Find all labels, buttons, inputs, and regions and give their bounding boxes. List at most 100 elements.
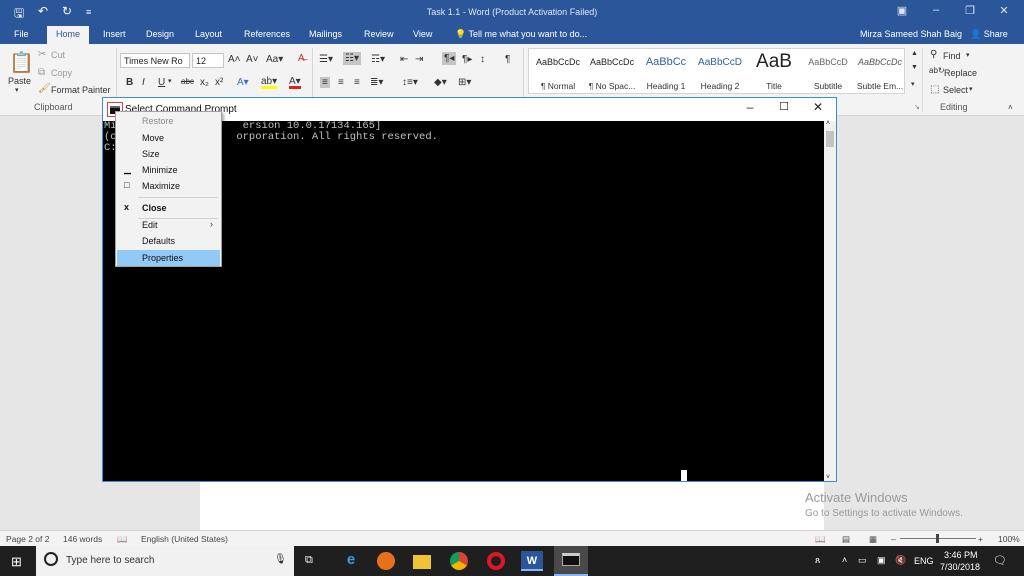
people-icon[interactable]: ጸ: [815, 555, 820, 566]
styles-more-icon[interactable]: ▾: [911, 80, 915, 88]
scrollbar-thumb[interactable]: [826, 131, 834, 147]
tab-review[interactable]: Review: [364, 29, 394, 39]
word-count[interactable]: 146 words: [63, 534, 102, 544]
styles-dialog-launcher-icon[interactable]: ↘: [914, 103, 920, 111]
collapse-ribbon-icon[interactable]: ˄: [1008, 103, 1013, 112]
word-taskbar-icon[interactable]: W: [521, 551, 543, 571]
scroll-down-icon[interactable]: ˅: [826, 474, 830, 481]
styles-scroll-down-icon[interactable]: ▼: [911, 64, 918, 71]
format-painter-icon[interactable]: 🖌: [38, 83, 51, 94]
style-title[interactable]: AaB Title: [747, 49, 801, 95]
cmd-maximize-button[interactable]: ☐: [767, 100, 801, 119]
task-view-icon[interactable]: ⧉: [305, 554, 313, 567]
grow-font-icon[interactable]: A˄: [228, 54, 241, 65]
file-explorer-icon[interactable]: [413, 555, 431, 569]
style-subtitle[interactable]: AaBbCcD Subtitle: [801, 49, 855, 95]
highlight-icon[interactable]: ab▾: [261, 77, 278, 89]
line-spacing-icon[interactable]: ↕≡▾: [402, 77, 418, 88]
minimize-window-icon[interactable]: –: [924, 4, 948, 16]
shading-icon[interactable]: ◆▾: [434, 77, 447, 88]
format-painter-button[interactable]: Format Painter: [51, 85, 111, 95]
bold-icon[interactable]: B: [126, 77, 133, 88]
tab-insert[interactable]: Insert: [103, 29, 126, 39]
clear-formatting-icon[interactable]: A̶: [298, 53, 305, 64]
close-window-icon[interactable]: ✕: [992, 4, 1016, 17]
print-layout-icon[interactable]: ▤: [842, 534, 850, 545]
font-size-input[interactable]: 12: [192, 53, 224, 68]
firefox-icon[interactable]: [377, 552, 395, 570]
increase-indent-icon[interactable]: ⇥: [415, 54, 423, 65]
menu-item-restore[interactable]: Restore: [117, 113, 220, 129]
menu-item-defaults[interactable]: Defaults: [117, 233, 220, 249]
opera-icon[interactable]: [487, 552, 505, 570]
menu-item-edit[interactable]: Edit ›: [117, 217, 220, 233]
subscript-icon[interactable]: x₂: [200, 77, 209, 88]
cmd-taskbar-button[interactable]: [554, 546, 588, 576]
copy-button[interactable]: Copy: [51, 68, 72, 78]
cmd-scrollbar[interactable]: ˄ ˅: [824, 120, 836, 481]
text-effects-icon[interactable]: A▾: [237, 77, 249, 88]
network-icon[interactable]: ▭: [858, 555, 867, 566]
input-language[interactable]: ENG: [914, 556, 934, 566]
proofing-icon[interactable]: 📖: [117, 534, 128, 545]
menu-item-close[interactable]: x Close: [117, 200, 220, 216]
chrome-icon[interactable]: [450, 552, 468, 570]
style-heading-2[interactable]: AaBbCcD Heading 2: [693, 49, 747, 95]
menu-item-maximize[interactable]: □ Maximize: [117, 178, 220, 194]
cut-icon[interactable]: ✂: [38, 49, 46, 60]
rtl-paragraph-icon[interactable]: ¶▸: [462, 54, 472, 65]
language[interactable]: English (United States): [141, 534, 228, 544]
windows-start-icon[interactable]: ⊞: [11, 554, 22, 570]
replace-button[interactable]: Replace: [944, 68, 977, 78]
tab-mailings[interactable]: Mailings: [309, 29, 342, 39]
styles-scroll-up-icon[interactable]: ▲: [911, 50, 918, 57]
zoom-in-icon[interactable]: +: [978, 534, 983, 544]
zoom-slider-thumb[interactable]: [936, 534, 939, 543]
web-layout-icon[interactable]: ▦: [869, 534, 877, 545]
tell-me-search[interactable]: 💡 Tell me what you want to do...: [455, 29, 587, 40]
share-button[interactable]: 👤 Share: [966, 27, 1012, 42]
style-normal[interactable]: AaBbCcDc ¶ Normal: [531, 49, 585, 95]
tab-file[interactable]: File: [14, 29, 29, 39]
style-subtle-emphasis[interactable]: AaBbCcDc Subtle Em...: [853, 49, 907, 95]
sort-icon[interactable]: ↕: [480, 54, 485, 65]
scroll-up-icon[interactable]: ˄: [826, 120, 830, 127]
clock-date[interactable]: 7/30/2018: [940, 562, 980, 572]
cmd-close-button[interactable]: ✕: [801, 100, 835, 119]
paste-icon[interactable]: 📋: [9, 50, 34, 75]
replace-icon[interactable]: ab↻: [929, 66, 945, 75]
align-left-icon[interactable]: ≡: [320, 77, 330, 88]
menu-item-minimize[interactable]: ▁ Minimize: [117, 162, 220, 178]
tab-home[interactable]: Home: [47, 26, 90, 44]
font-name-input[interactable]: Times New Ro: [120, 53, 190, 68]
taskbar-search[interactable]: Type here to search 🎙: [36, 546, 294, 576]
read-mode-icon[interactable]: 📖: [815, 534, 826, 545]
tab-view[interactable]: View: [413, 29, 432, 39]
change-case-icon[interactable]: Aa▾: [266, 54, 283, 65]
decrease-indent-icon[interactable]: ⇤: [400, 54, 408, 65]
menu-item-properties[interactable]: Properties: [117, 250, 220, 266]
ribbon-display-icon[interactable]: ▣: [890, 4, 914, 17]
ltr-paragraph-icon[interactable]: ¶◂: [442, 52, 457, 65]
select-icon[interactable]: ⬚: [930, 84, 939, 95]
borders-icon[interactable]: ⊞▾: [458, 77, 471, 88]
select-button[interactable]: Select: [943, 85, 968, 95]
styles-gallery[interactable]: AaBbCcDc ¶ Normal AaBbCcDc ¶ No Spac... …: [528, 48, 905, 94]
menu-item-move[interactable]: Move: [117, 130, 220, 146]
tab-design[interactable]: Design: [146, 29, 174, 39]
cut-button[interactable]: Cut: [51, 50, 65, 60]
underline-icon[interactable]: U: [158, 77, 165, 88]
zoom-level[interactable]: 100%: [998, 534, 1020, 544]
restore-window-icon[interactable]: ❐: [958, 4, 982, 17]
align-center-icon[interactable]: ≡: [338, 77, 344, 88]
edge-icon[interactable]: e: [340, 551, 362, 571]
italic-icon[interactable]: I: [142, 77, 145, 88]
action-center-icon[interactable]: 🗨: [993, 554, 1007, 567]
style-no-spacing[interactable]: AaBbCcDc ¶ No Spac...: [585, 49, 639, 95]
tab-references[interactable]: References: [244, 29, 290, 39]
zoom-out-icon[interactable]: –: [891, 534, 896, 544]
style-heading-1[interactable]: AaBbCc Heading 1: [639, 49, 693, 95]
copy-icon[interactable]: ⧉: [38, 67, 45, 78]
font-color-icon[interactable]: A▾: [289, 77, 301, 89]
select-dropdown-icon[interactable]: ▾: [969, 85, 973, 93]
